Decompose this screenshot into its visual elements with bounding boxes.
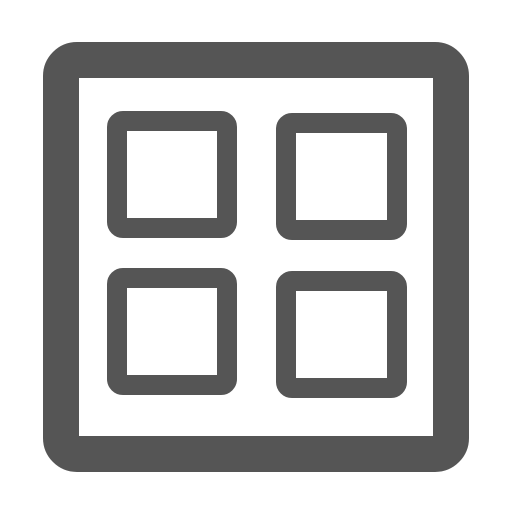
tile-bottom-left (107, 268, 237, 395)
icon-canvas (0, 0, 512, 512)
tile-top-left (107, 111, 237, 238)
tile-bottom-right (276, 271, 407, 398)
tile-top-right (276, 113, 407, 240)
grid-view-icon (0, 0, 512, 512)
